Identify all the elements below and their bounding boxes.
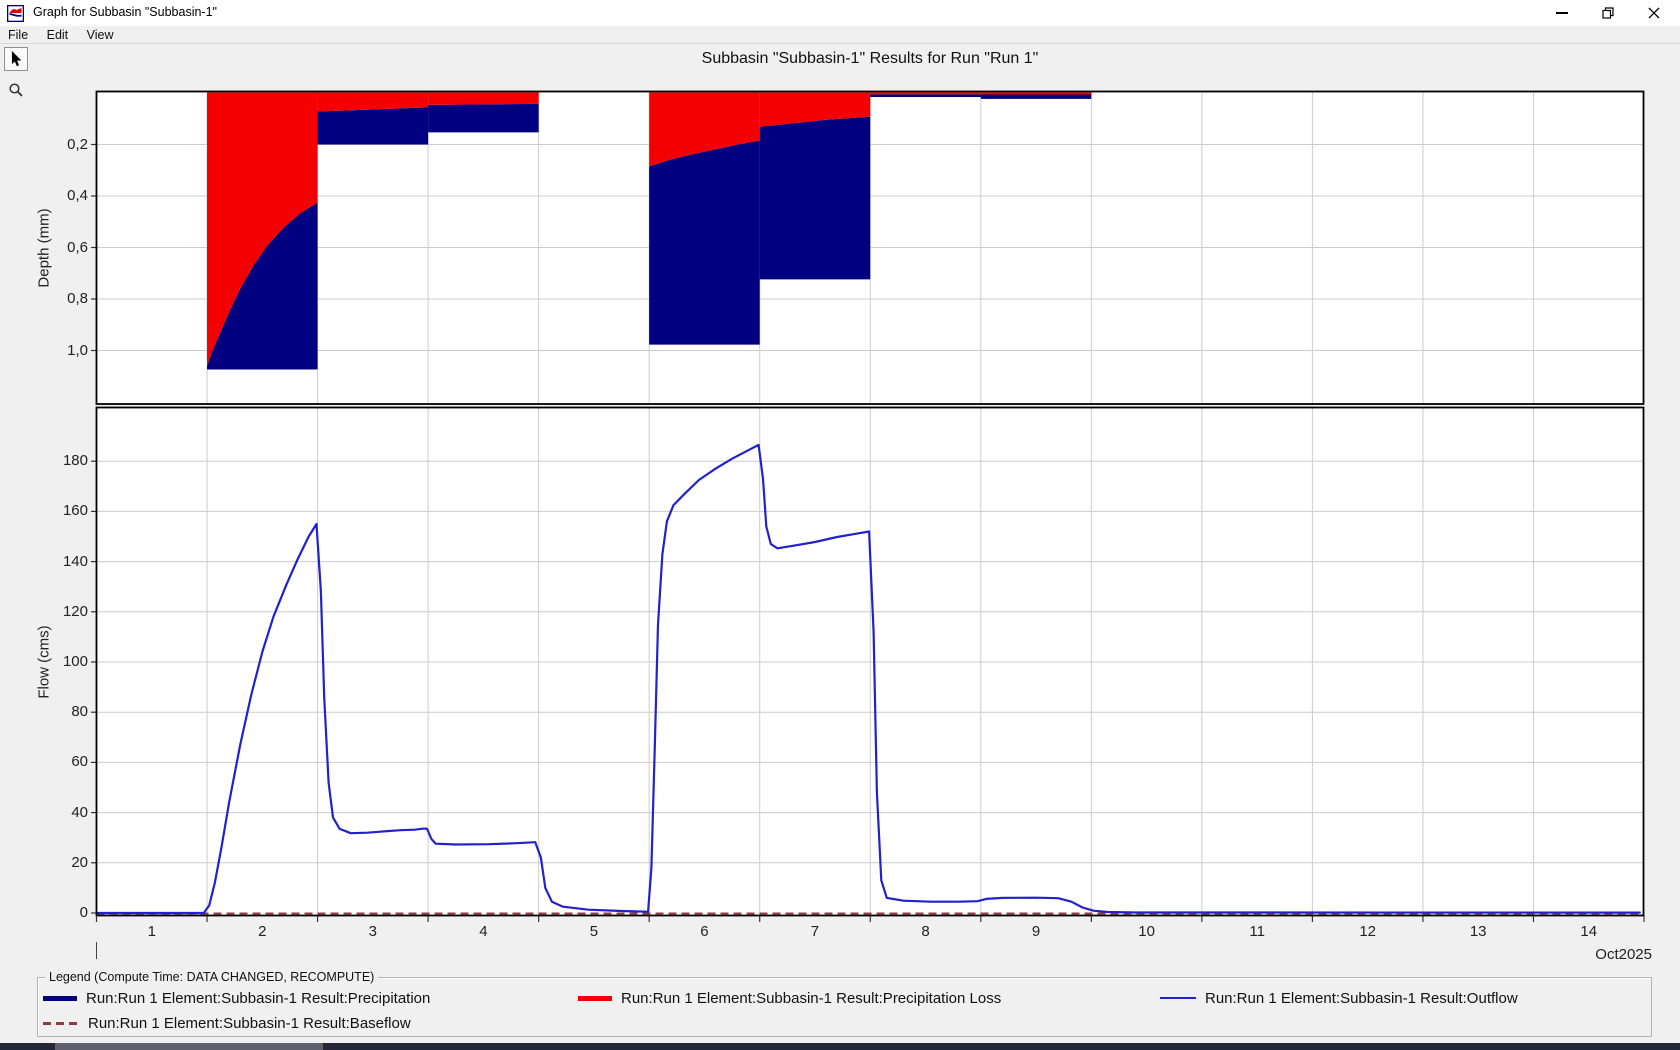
tick-label: 10 xyxy=(1138,923,1155,940)
legend-entry-baseflow: Run:Run 1 Element:Subbasin-1 Result:Base… xyxy=(43,1014,411,1032)
tick-label: 40 xyxy=(71,803,88,821)
close-button[interactable] xyxy=(1636,0,1672,26)
title-bar: Graph for Subbasin "Subbasin-1" xyxy=(0,0,1680,26)
select-tool-button[interactable] xyxy=(4,47,28,71)
tick-label: 9 xyxy=(1031,923,1041,940)
tick-label: 20 xyxy=(71,853,88,871)
legend-entry-outflow: Run:Run 1 Element:Subbasin-1 Result:Outf… xyxy=(1160,989,1518,1007)
tick-label: 5 xyxy=(589,923,599,940)
tick-label: 8 xyxy=(921,923,930,940)
legend-entry-precipitation: Run:Run 1 Element:Subbasin-1 Result:Prec… xyxy=(43,989,431,1007)
tick-label: 100 xyxy=(62,653,88,671)
tick-label: 3 xyxy=(368,923,377,940)
chart-title: Subbasin "Subbasin-1" Results for Run "R… xyxy=(701,50,1039,67)
tick-label: 1 xyxy=(147,923,156,940)
tick-label: 140 xyxy=(62,552,88,570)
magnifier-icon xyxy=(9,83,23,97)
tick-label: 4 xyxy=(479,923,488,940)
tick-label: 180 xyxy=(62,452,88,470)
close-icon xyxy=(1648,7,1660,19)
tick-label: 6 xyxy=(700,923,709,940)
legend-swatch-baseflow xyxy=(43,1021,79,1025)
tick-label: 0 xyxy=(79,904,88,922)
legend-swatch-precipitation-loss xyxy=(578,995,612,1001)
legend-label: Run:Run 1 Element:Subbasin-1 Result:Prec… xyxy=(621,989,1002,1007)
restore-button[interactable] xyxy=(1590,0,1626,26)
tick-label: 60 xyxy=(71,753,88,771)
axis-caret-mark xyxy=(96,942,97,959)
tick-label: 14 xyxy=(1580,923,1598,940)
legend-title: Legend (Compute Time: DATA CHANGED, RECO… xyxy=(45,970,379,984)
tick-label: 0,2 xyxy=(67,135,88,153)
flow-chart[interactable] xyxy=(90,406,1650,927)
legend-panel: Legend (Compute Time: DATA CHANGED, RECO… xyxy=(37,970,1652,1037)
tick-label: 0,8 xyxy=(67,290,88,308)
tick-label: 12 xyxy=(1359,923,1376,940)
precipitation-chart[interactable] xyxy=(90,90,1650,406)
tick-label: 7 xyxy=(810,923,820,940)
x-axis-month-label: Oct2025 xyxy=(1595,946,1652,963)
tick-label: 160 xyxy=(62,502,88,520)
tick-label: 0,6 xyxy=(67,238,88,256)
tool-column xyxy=(0,45,30,1043)
menu-file[interactable]: File xyxy=(2,27,34,43)
legend-label: Run:Run 1 Element:Subbasin-1 Result:Base… xyxy=(88,1014,411,1032)
menu-bar: File Edit View xyxy=(0,26,1680,44)
tick-label: 1,0 xyxy=(67,341,88,359)
zoom-tool-button[interactable] xyxy=(4,78,28,102)
tick-label: 13 xyxy=(1469,923,1487,940)
tick-label: 11 xyxy=(1249,923,1265,940)
taskbar-segment xyxy=(55,1043,323,1050)
legend-swatch-precipitation xyxy=(43,995,77,1001)
tick-label: 120 xyxy=(62,602,88,620)
restore-icon xyxy=(1602,7,1614,19)
legend-swatch-outflow xyxy=(1160,997,1196,999)
menu-edit[interactable]: Edit xyxy=(41,27,75,43)
legend-entry-precipitation-loss: Run:Run 1 Element:Subbasin-1 Result:Prec… xyxy=(578,989,1002,1007)
tick-label: 2 xyxy=(258,923,267,940)
minimize-icon xyxy=(1556,12,1568,14)
minimize-button[interactable] xyxy=(1544,0,1580,26)
legend-label: Run:Run 1 Element:Subbasin-1 Result:Prec… xyxy=(86,989,431,1007)
tick-label: 0,4 xyxy=(67,187,88,205)
app-icon xyxy=(7,5,24,22)
taskbar-strip xyxy=(0,1043,1680,1050)
tick-label: 80 xyxy=(71,703,88,721)
legend-label: Run:Run 1 Element:Subbasin-1 Result:Outf… xyxy=(1205,989,1518,1007)
arrow-cursor-icon xyxy=(11,51,21,67)
menu-view[interactable]: View xyxy=(81,27,120,43)
app-window: Graph for Subbasin "Subbasin-1" File Edi… xyxy=(0,0,1680,1050)
window-title: Graph for Subbasin "Subbasin-1" xyxy=(33,5,217,19)
